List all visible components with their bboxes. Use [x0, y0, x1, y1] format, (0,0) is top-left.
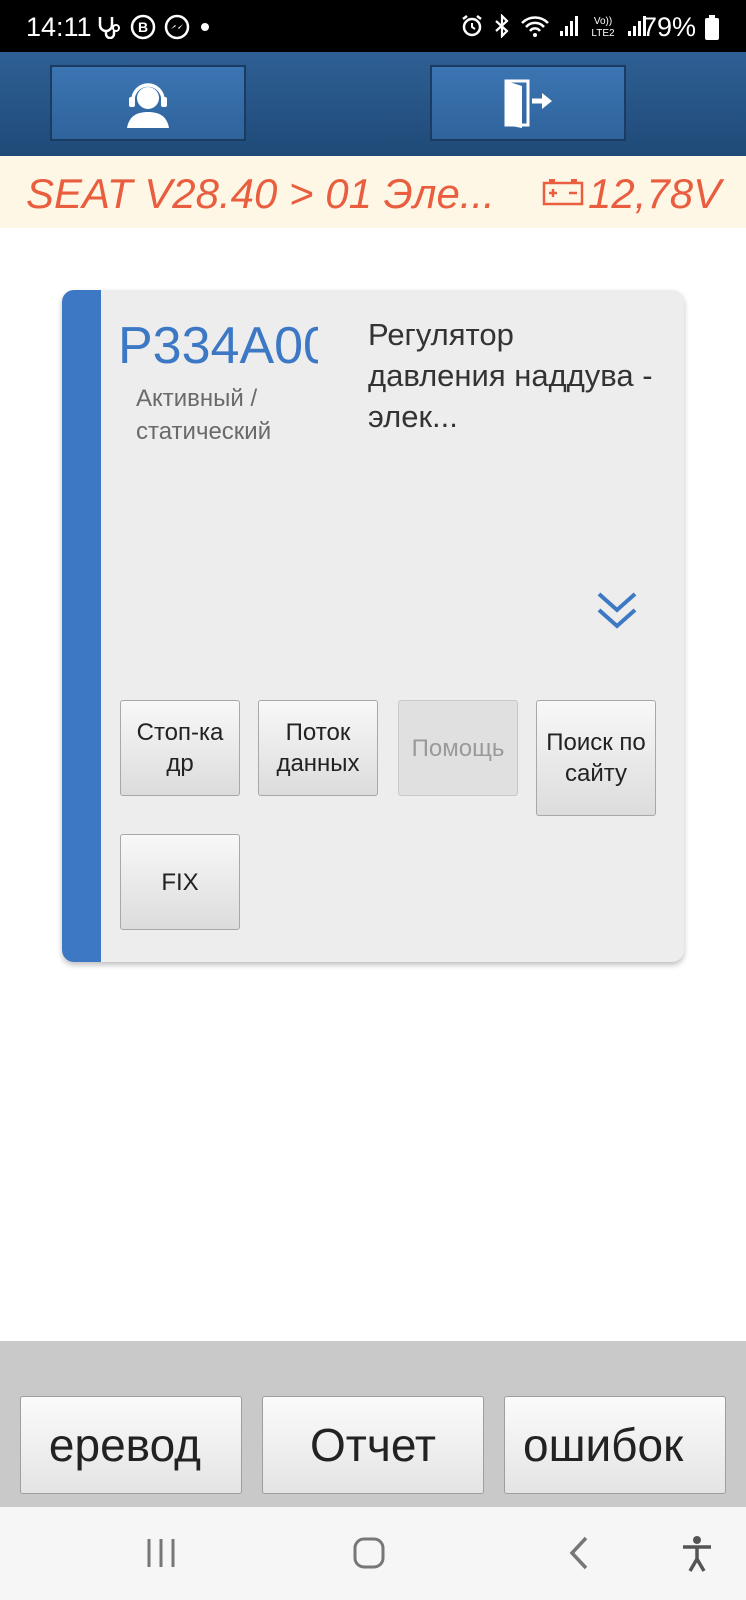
dot-icon [201, 23, 209, 31]
recent-apps-icon[interactable] [144, 1535, 178, 1571]
status-time: 14:11 [26, 12, 92, 42]
b-circle-icon: B [130, 14, 156, 40]
dtc-status: Активный / статический [136, 385, 272, 445]
app-bar [0, 52, 746, 156]
expand-chevron-icon[interactable] [596, 590, 638, 632]
exit-door-icon [504, 79, 552, 128]
back-icon[interactable] [564, 1535, 594, 1571]
dtc-status-stripe [62, 290, 101, 962]
battery-icon [705, 15, 719, 40]
dtc-code: P334A00 [118, 317, 318, 375]
fix-button[interactable]: FIX [120, 834, 240, 930]
home-icon[interactable] [352, 1535, 386, 1571]
clear-errors-button[interactable]: ошибок [504, 1396, 726, 1494]
svg-text:Vo)): Vo)) [594, 16, 612, 27]
breadcrumb-path: SEAT V28.40 > 01 Эле... [26, 170, 495, 217]
notification-icons: B [96, 14, 212, 40]
alarm-icon [462, 15, 482, 37]
signal-icon [560, 16, 578, 36]
data-stream-button[interactable]: Поток данных [258, 700, 378, 796]
volte-icon: Vo))LTE2 [591, 16, 615, 38]
wifi-icon [521, 16, 549, 37]
messenger-icon [164, 14, 190, 40]
bluetooth-icon [495, 14, 509, 38]
car-battery-icon [542, 179, 584, 206]
breadcrumb: SEAT V28.40 > 01 Эле... 12,78V [0, 156, 746, 228]
dtc-description: Регулятор давления наддува - элек... [368, 317, 653, 434]
help-button[interactable]: Помощь [398, 700, 518, 796]
dtc-card[interactable]: P334A00 Активный / статический Регулятор… [62, 290, 684, 962]
stethoscope-icon [98, 17, 120, 39]
svg-text:LTE2: LTE2 [591, 28, 615, 38]
translate-button[interactable]: еревод [20, 1396, 242, 1494]
support-headset-icon [127, 83, 169, 128]
exit-button[interactable] [430, 65, 626, 141]
freeze-frame-button[interactable]: Стоп-ка др [120, 700, 240, 796]
system-icons: Vo)) LTE2 [460, 14, 647, 38]
svg-text:B: B [138, 19, 148, 35]
web-search-button[interactable]: Поиск по сайту [536, 700, 656, 816]
support-button[interactable] [50, 65, 246, 141]
bottom-action-bar: еревод Отчет ошибок [0, 1341, 746, 1507]
accessibility-icon[interactable] [680, 1535, 714, 1573]
system-nav-bar [0, 1507, 746, 1600]
status-bar: 14:11 B Vo)) LTE2 79% [0, 0, 746, 52]
report-button[interactable]: Отчет [262, 1396, 484, 1494]
battery-percent: 79% [642, 12, 697, 42]
battery-voltage: 12,78V [588, 170, 722, 217]
